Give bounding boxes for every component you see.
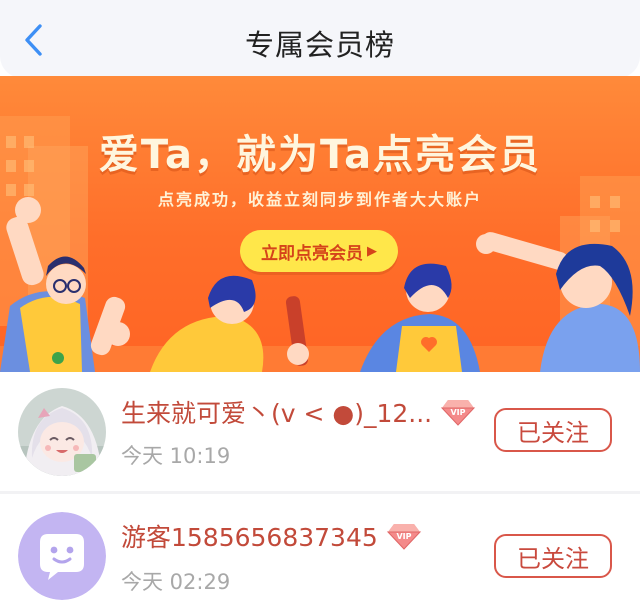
vip-label: VIP bbox=[396, 532, 411, 541]
vip-diamond-icon: VIP bbox=[386, 524, 421, 550]
activate-membership-button[interactable]: 立即点亮会员 ▶ bbox=[240, 230, 398, 272]
list-item[interactable]: 生来就可爱丶(v < ●)_12... VIP 今天 10:19 已关注 bbox=[0, 372, 640, 492]
list-item[interactable]: 游客1585656837345 VIP 今天 02:29 已关注 bbox=[0, 494, 640, 613]
vip-badge: VIP bbox=[440, 397, 476, 427]
follow-button[interactable]: 已关注 bbox=[494, 534, 612, 578]
banner-headline: 爱Ta，就为Ta点亮会员 bbox=[98, 132, 542, 178]
page-title: 专属会员榜 bbox=[244, 28, 395, 62]
nickname[interactable]: 生来就可爱丶(v < ●)_12... bbox=[121, 394, 432, 430]
play-triangle-icon: ▶ bbox=[367, 243, 377, 259]
avatar[interactable] bbox=[18, 388, 106, 476]
vip-diamond-icon: VIP bbox=[440, 400, 476, 426]
vip-badge: VIP bbox=[386, 521, 422, 551]
nickname[interactable]: 游客1585656837345 bbox=[121, 518, 378, 554]
vip-label: VIP bbox=[451, 408, 466, 417]
avatar[interactable] bbox=[18, 512, 106, 600]
anime-girl-avatar-icon bbox=[18, 388, 106, 476]
banner-illustration bbox=[0, 116, 640, 372]
nickname-line: 生来就可爱丶(v < ●)_12... VIP bbox=[121, 394, 476, 430]
chat-bubble-face-icon bbox=[18, 512, 106, 600]
join-time: 今天 10:19 bbox=[121, 444, 231, 468]
top-bar: 专属会员榜 bbox=[0, 0, 640, 78]
cta-label: 立即点亮会员 bbox=[261, 243, 363, 264]
nickname-line: 游客1585656837345 VIP bbox=[121, 518, 422, 554]
join-time: 今天 02:29 bbox=[121, 570, 231, 594]
membership-banner[interactable]: 爱Ta，就为Ta点亮会员 点亮成功，收益立刻同步到作者大大账户 立即点亮会员 ▶ bbox=[0, 76, 640, 372]
page: 专属会员榜 爱Ta，就为Ta点亮会员 点亮成功，收益立刻同步到作者大大账户 立即… bbox=[0, 0, 640, 613]
follow-button[interactable]: 已关注 bbox=[494, 408, 612, 452]
banner-subtitle: 点亮成功，收益立刻同步到作者大大账户 bbox=[157, 190, 482, 209]
